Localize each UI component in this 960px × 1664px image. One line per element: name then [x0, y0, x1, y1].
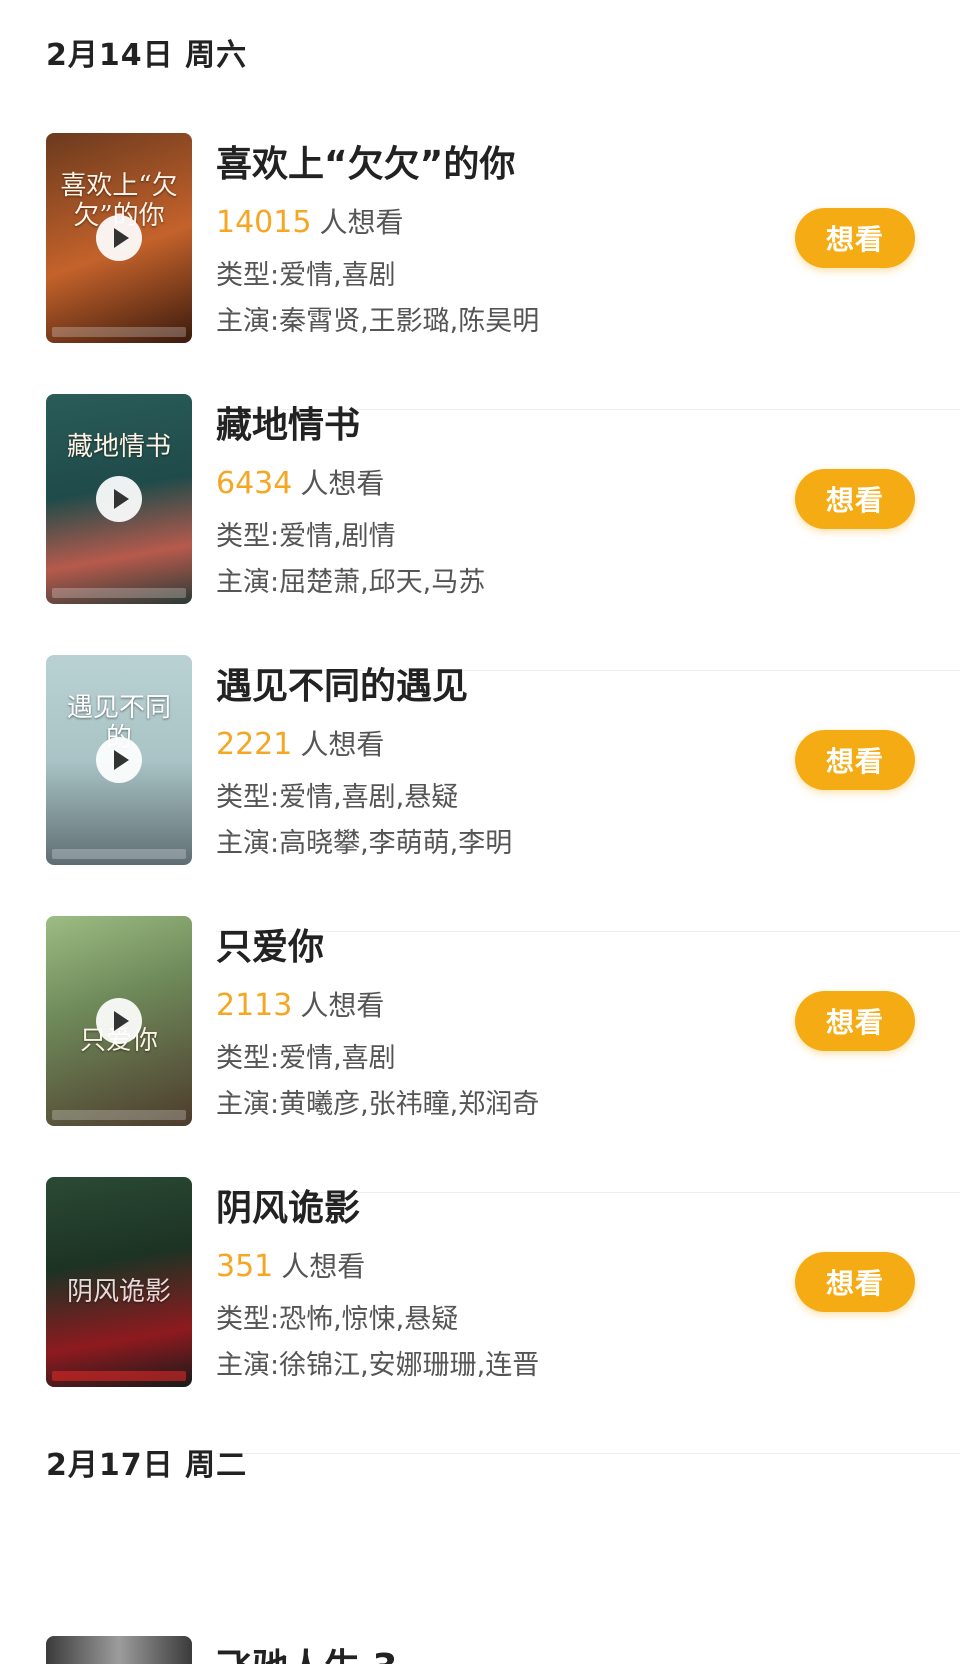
poster-title: 藏地情书 — [66, 432, 171, 462]
poster-title: 阴风诡影 — [66, 1277, 171, 1307]
want-count-line: 14015 人想看 — [216, 201, 403, 241]
movie-poster[interactable]: 藏地情书 — [46, 394, 192, 604]
want-count-line: 6434 人想看 — [216, 462, 384, 502]
movie-poster[interactable] — [46, 1636, 192, 1664]
movie-cast: 主演:屈楚萧,邱天,马苏 — [216, 567, 486, 598]
movie-genre: 类型:恐怖,惊悚,悬疑 — [216, 1304, 459, 1335]
movie-genre: 类型:爱情,喜剧 — [216, 260, 396, 291]
movie-genre: 类型:爱情,喜剧,悬疑 — [216, 782, 459, 813]
movie-title[interactable]: 阴风诡影 — [216, 1179, 360, 1231]
play-icon[interactable] — [96, 737, 142, 783]
movie-item[interactable]: 喜欢上“欠欠”的你 喜欢上“欠欠”的你 14015 人想看 类型:爱情,喜剧 主演… — [0, 133, 960, 410]
want-suffix: 人想看 — [300, 467, 385, 500]
want-count-line: 2113 人想看 — [216, 984, 384, 1024]
poster-footer — [52, 327, 186, 337]
want-count: 351 — [216, 1249, 274, 1284]
movie-item[interactable]: 飞驰人生 3 — [0, 1636, 960, 1664]
date-header: 2月14日 周六 — [46, 38, 248, 73]
movie-poster[interactable]: 遇见不同的 — [46, 655, 192, 865]
want-to-watch-button[interactable]: 想看 — [795, 730, 915, 790]
want-to-watch-button[interactable]: 想看 — [795, 469, 915, 529]
movie-title[interactable]: 藏地情书 — [216, 396, 360, 448]
movie-cast: 主演:徐锦江,安娜珊珊,连晋 — [216, 1350, 540, 1381]
play-icon[interactable] — [96, 476, 142, 522]
want-count: 2113 — [216, 988, 293, 1023]
want-suffix: 人想看 — [319, 206, 404, 239]
movie-poster[interactable]: 喜欢上“欠欠”的你 — [46, 133, 192, 343]
want-count-line: 351 人想看 — [216, 1245, 365, 1285]
want-count: 14015 — [216, 205, 312, 240]
divider — [216, 1453, 960, 1454]
movie-title[interactable]: 飞驰人生 3 — [216, 1638, 398, 1664]
poster-footer — [52, 588, 186, 598]
poster-footer — [52, 1110, 186, 1120]
movie-cast: 主演:高晓攀,李萌萌,李明 — [216, 828, 513, 859]
movie-poster[interactable]: 只爱你 — [46, 916, 192, 1126]
movie-title[interactable]: 遇见不同的遇见 — [216, 657, 468, 709]
want-to-watch-button[interactable]: 想看 — [795, 1252, 915, 1312]
play-icon[interactable] — [96, 215, 142, 261]
movie-item[interactable]: 遇见不同的 遇见不同的遇见 2221人想看 类型:爱情,喜剧,悬疑 主演:高晓攀… — [0, 655, 960, 932]
movie-item[interactable]: 阴风诡影 阴风诡影 351 人想看 类型:恐怖,惊悚,悬疑 主演:徐锦江,安娜珊珊… — [0, 1177, 960, 1454]
want-suffix: 人想看 — [300, 989, 385, 1022]
poster-footer — [52, 849, 186, 859]
movie-item[interactable]: 藏地情书 藏地情书 6434 人想看 类型:爱情,剧情 主演:屈楚萧,邱天,马苏 … — [0, 394, 960, 671]
movie-genre: 类型:爱情,剧情 — [216, 521, 396, 552]
date-header: 2月17日 周二 — [46, 1448, 248, 1483]
want-suffix: 人想看 — [281, 1250, 366, 1283]
movie-title[interactable]: 喜欢上“欠欠”的你 — [216, 135, 515, 187]
want-to-watch-button[interactable]: 想看 — [795, 208, 915, 268]
want-to-watch-button[interactable]: 想看 — [795, 991, 915, 1051]
movie-cast: 主演:黄曦彦,张祎瞳,郑润奇 — [216, 1089, 540, 1120]
movie-cast: 主演:秦霄贤,王影璐,陈昊明 — [216, 306, 540, 337]
play-icon[interactable] — [96, 998, 142, 1044]
movie-item[interactable]: 只爱你 只爱你 2113人想看 类型:爱情,喜剧 主演:黄曦彦,张祎瞳,郑润奇 … — [0, 916, 960, 1193]
want-count: 2221 — [216, 727, 293, 762]
poster-footer — [52, 1371, 186, 1381]
movie-genre: 类型:爱情,喜剧 — [216, 1043, 396, 1074]
want-count-line: 2221 人想看 — [216, 723, 384, 763]
movie-poster[interactable]: 阴风诡影 — [46, 1177, 192, 1387]
movie-title[interactable]: 只爱你 — [216, 918, 324, 970]
want-suffix: 人想看 — [300, 728, 385, 761]
want-count: 6434 — [216, 466, 293, 501]
